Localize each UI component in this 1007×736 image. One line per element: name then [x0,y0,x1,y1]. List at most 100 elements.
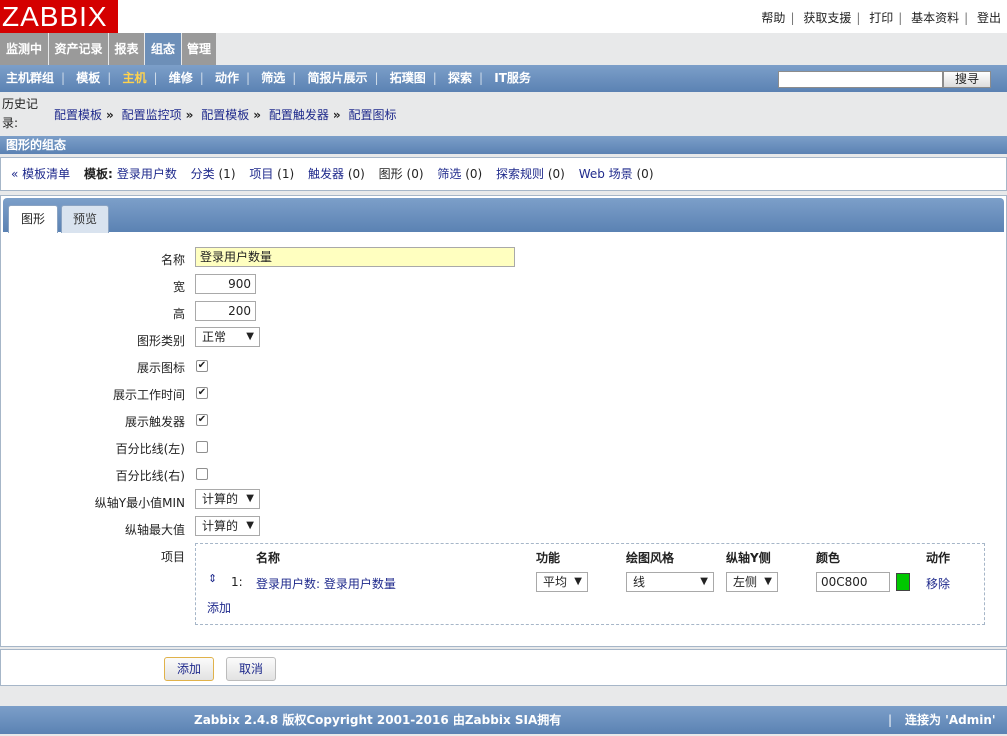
chevron-down-icon: ▼ [246,520,254,531]
ymin-label: 纵轴Y最小值MIN [94,496,185,510]
support-link[interactable]: 获取支援 [803,11,851,25]
show-legend-label: 展示图标 [136,361,185,375]
submenu-screens[interactable]: 简报片展示 [308,65,368,92]
template-name-link[interactable]: 登录用户数 [117,167,177,181]
col-name-header: 名称 [256,551,281,565]
graph-type-select[interactable]: 正常 ▼ [195,327,260,347]
chevron-down-icon: ▼ [764,576,772,587]
crumb-triggers[interactable]: 配置触发器 [269,108,329,122]
form-buttons: 添加 取消 [0,649,1007,686]
submenu-maps[interactable]: 拓璞图 [390,65,426,92]
triggers-link[interactable]: 触发器 [308,167,344,181]
chevron-down-icon: ▼ [246,493,254,504]
name-label: 名称 [160,253,185,267]
items-link[interactable]: 项目 [249,167,273,181]
tab-graph[interactable]: 图形 [8,205,58,233]
form-tabs: 图形 预览 [3,198,1004,233]
graph-items-table: 名称 功能 绘图风格 纵轴Y侧 颜色 动作 ⇕ 1: 登录用户数: 登录用户数量… [195,543,985,625]
show-triggers-checkbox[interactable]: ✔ [196,414,208,426]
percent-right-label: 百分比线(右) [115,469,185,483]
history-bar: 历史记录: 配置模板» 配置监控项» 配置模板» 配置触发器» 配置图标 [0,92,1007,136]
screens-link[interactable]: 筛选 [437,167,461,181]
submenu-hostgroups[interactable]: 主机群组 [6,65,54,92]
graph-type-label: 图形类别 [136,334,185,348]
col-style-header: 绘图风格 [626,551,675,565]
ymin-select[interactable]: 计算的 ▼ [195,489,260,509]
percent-left-label: 百分比线(左) [115,442,185,456]
applications-link[interactable]: 分类 [191,167,215,181]
template-link-bar: « 模板清单 模板: 登录用户数 分类 (1) 项目 (1) 触发器 (0) 图形… [0,157,1007,191]
breadcrumb: 配置模板» 配置监控项» 配置模板» 配置触发器» 配置图标 [54,108,397,122]
name-input[interactable]: 登录用户数量 [195,247,515,267]
section-title: 图形的组态 [0,136,1007,154]
height-input[interactable]: 200 [195,301,256,321]
height-label: 高 [172,307,185,321]
submenu-hosts[interactable]: 主机 [123,65,147,92]
tab-preview[interactable]: 预览 [61,205,109,233]
submenu-itservices[interactable]: IT服务 [494,65,531,92]
remove-item-link[interactable]: 移除 [926,575,950,592]
search-input[interactable] [778,71,943,88]
menu-administration[interactable]: 管理 [182,33,216,65]
menu-reports[interactable]: 报表 [109,33,144,65]
top-links: 帮助 | 获取支援 | 打印 | 基本资料 | 登出 [761,11,1001,25]
percent-right-checkbox[interactable] [196,468,208,480]
web-scenarios-link[interactable]: Web 场景 [579,167,633,181]
col-action-header: 动作 [926,551,951,565]
submenu-filters[interactable]: 筛选 [261,65,285,92]
crumb-graphs[interactable]: 配置图标 [348,108,396,122]
item-function-select[interactable]: 平均 ▼ [536,572,588,592]
item-style-select[interactable]: 线 ▼ [626,572,714,592]
copyright-text: Zabbix 2.4.8 版权Copyright 2001-2016 由Zabb… [194,713,562,727]
menu-configuration[interactable]: 组态 [145,33,181,65]
show-worktime-label: 展示工作时间 [112,388,185,402]
submenu-templates[interactable]: 模板 [76,65,100,92]
graphs-label: 图形 [378,167,403,181]
item-index: 1: [231,575,243,589]
menu-inventory[interactable]: 资产记录 [49,33,108,65]
crumb-templates-2[interactable]: 配置模板 [201,108,249,122]
footer: Zabbix 2.4.8 版权Copyright 2001-2016 由Zabb… [0,706,1007,734]
ymax-label: 纵轴最大值 [124,523,185,537]
show-legend-checkbox[interactable]: ✔ [196,360,208,372]
submenu-actions[interactable]: 动作 [215,65,239,92]
connected-as: 连接为 'Admin' [905,713,996,727]
color-swatch[interactable] [896,573,910,591]
template-label: 模板: [84,167,113,181]
chevron-down-icon: ▼ [246,331,254,342]
col-function-header: 功能 [536,551,561,565]
width-label: 宽 [172,280,185,294]
logout-link[interactable]: 登出 [977,11,1001,25]
drag-handle-icon[interactable]: ⇕ [208,572,217,585]
item-name-link[interactable]: 登录用户数: 登录用户数量 [256,575,396,592]
item-yaxis-select[interactable]: 左侧 ▼ [726,572,778,592]
top-header: ZABBIX 帮助 | 获取支援 | 打印 | 基本资料 | 登出 [0,0,1007,33]
search-button[interactable]: 搜寻 [943,71,991,88]
zabbix-logo[interactable]: ZABBIX [0,0,118,33]
add-button[interactable]: 添加 [164,657,214,681]
col-color-header: 颜色 [816,551,841,565]
col-yaxis-header: 纵轴Y侧 [726,551,771,565]
percent-left-checkbox[interactable] [196,441,208,453]
submenu-maintenance[interactable]: 维修 [169,65,193,92]
main-menu: 监测中 资产记录 报表 组态 管理 [0,33,1007,65]
items-label: 项目 [160,550,185,564]
menu-monitoring[interactable]: 监测中 [0,33,48,65]
item-color-input[interactable]: 00C800 [816,572,890,592]
cancel-button[interactable]: 取消 [226,657,276,681]
add-item-link[interactable]: 添加 [207,599,231,616]
help-link[interactable]: 帮助 [761,11,785,25]
discovery-link[interactable]: 探索规则 [496,167,544,181]
width-input[interactable]: 900 [195,274,256,294]
show-triggers-label: 展示触发器 [124,415,185,429]
chevron-down-icon: ▼ [574,576,582,587]
show-worktime-checkbox[interactable]: ✔ [196,387,208,399]
crumb-templates-1[interactable]: 配置模板 [54,108,102,122]
submenu-discovery[interactable]: 探索 [448,65,472,92]
chevron-down-icon: ▼ [700,576,708,587]
template-list-link[interactable]: « 模板清单 [11,167,70,181]
ymax-select[interactable]: 计算的 ▼ [195,516,260,536]
profile-link[interactable]: 基本资料 [911,11,959,25]
crumb-items[interactable]: 配置监控项 [122,108,182,122]
print-link[interactable]: 打印 [869,11,893,25]
